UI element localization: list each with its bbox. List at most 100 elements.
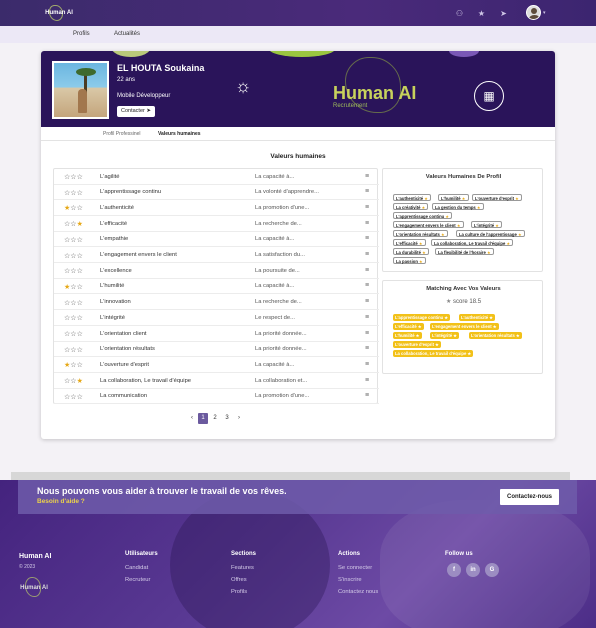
google-icon[interactable]: G — [485, 563, 499, 577]
footer-link[interactable]: Contactez nous — [338, 589, 378, 595]
profile-age: 22 ans — [117, 77, 136, 83]
value-tag: L'apprentissage continu ★ — [393, 212, 453, 219]
drag-handle-icon[interactable]: ≡ — [365, 282, 369, 289]
tab-profil-professionnel[interactable]: Profil Professinel — [103, 131, 141, 137]
profile-banner: EL HOUTA Soukaina 22 ans Mobile Développ… — [41, 51, 555, 127]
star-rating[interactable]: ☆☆☆ — [64, 173, 83, 181]
drag-handle-icon[interactable]: ≡ — [365, 377, 369, 384]
star-rating[interactable]: ☆☆☆ — [64, 252, 83, 260]
matching-tag: L'authenticité ★ — [459, 314, 495, 321]
table-row: ☆☆☆ L'empathie La capacité à... ≡ — [54, 232, 379, 248]
value-label: L'apprentissage continu — [100, 189, 162, 196]
drag-handle-icon[interactable]: ≡ — [365, 345, 369, 352]
drag-handle-icon[interactable]: ≡ — [365, 204, 369, 211]
contact-us-button[interactable]: Contactez-nous — [500, 489, 559, 505]
drag-handle-icon[interactable]: ≡ — [365, 330, 369, 337]
footer-link[interactable]: Recruteur — [125, 577, 158, 583]
facebook-icon[interactable]: f — [447, 563, 461, 577]
footer-follow: Follow us — [445, 551, 473, 557]
star-rating[interactable]: ☆☆☆ — [64, 236, 83, 244]
footer-col-sections: Sections Features Offres Profils — [231, 551, 257, 595]
footer-brand: Human AI © 2023 — [19, 553, 52, 570]
star-rating[interactable]: ☆☆☆ — [64, 314, 83, 322]
footer-link[interactable]: Candidat — [125, 565, 158, 571]
star-icon[interactable]: ★ — [477, 9, 486, 18]
value-label: L'authenticité — [100, 204, 134, 211]
divider — [11, 472, 570, 480]
send-icon[interactable]: ➤ — [499, 9, 508, 18]
footer-link[interactable]: Se connecter — [338, 565, 378, 571]
value-description: La recherche de... — [255, 220, 302, 227]
chevron-down-icon[interactable]: ▾ — [543, 10, 546, 16]
footer-link[interactable]: Offres — [231, 577, 256, 583]
value-tag: La collaboration, Le travail d'équipe ★ — [431, 239, 514, 246]
matching-tag: La collaboration, Le travail d'équipe ★ — [393, 350, 474, 357]
drag-handle-icon[interactable]: ≡ — [365, 188, 369, 195]
linkedin-icon[interactable]: in — [466, 563, 480, 577]
add-user-icon[interactable]: ⚇ — [455, 9, 464, 18]
cta-subtitle: Besoin d'aide ? — [37, 498, 85, 505]
value-description: La collaboration et... — [255, 377, 308, 384]
value-label: L'excellence — [100, 267, 132, 274]
drag-handle-icon[interactable]: ≡ — [365, 235, 369, 242]
drag-handle-icon[interactable]: ≡ — [365, 173, 369, 180]
star-rating[interactable]: ☆☆☆ — [64, 299, 83, 307]
value-label: L'humilité — [100, 283, 125, 290]
star-rating[interactable]: ☆☆☆ — [64, 189, 83, 197]
pager-page-2[interactable]: 2 — [210, 413, 220, 424]
value-tag: L'intégrité ★ — [471, 221, 503, 228]
pager-page-3[interactable]: 3 — [222, 413, 232, 424]
footer-link[interactable]: S'inscrire — [338, 577, 378, 583]
star-rating[interactable]: ☆☆☆ — [64, 267, 83, 275]
avatar[interactable] — [526, 5, 541, 20]
value-description: La capacité à... — [255, 173, 295, 180]
value-tag: La durabilité ★ — [393, 248, 429, 255]
value-label: L'intégrité — [100, 314, 125, 321]
star-rating[interactable]: ☆☆☆ — [64, 393, 83, 401]
drag-handle-icon[interactable]: ≡ — [365, 314, 369, 321]
drag-handle-icon[interactable]: ≡ — [365, 220, 369, 227]
value-description: La capacité à... — [255, 361, 295, 368]
matching-tag: L'orientation résultats ★ — [469, 332, 522, 339]
table-row: ☆☆☆ L'intégrité Le respect de... ≡ — [54, 310, 379, 326]
star-rating[interactable]: ★☆☆ — [64, 283, 83, 291]
pager-prev[interactable]: ‹ — [187, 413, 197, 424]
star-rating[interactable]: ☆☆☆ — [64, 346, 83, 354]
panel-title: Valeurs Humaines De Profil — [425, 174, 502, 180]
value-tag: La gestion du temps ★ — [432, 203, 484, 210]
footer-link[interactable]: Profils — [231, 589, 256, 595]
matching-tag: L'apprentissage continu ★ — [393, 314, 451, 321]
table-row: ☆☆☆ L'excellence La poursuite de... ≡ — [54, 263, 379, 279]
star-rating[interactable]: ☆☆★ — [64, 377, 83, 385]
lightbulb-icon: ☼ — [234, 76, 252, 96]
matching-panel: Matching Avec Vos Valeurs ★ score 18.5 L… — [382, 280, 543, 374]
nav-actualites[interactable]: Actualités — [114, 31, 140, 37]
drag-handle-icon[interactable]: ≡ — [365, 298, 369, 305]
chip-icon: ▦ — [474, 81, 504, 111]
table-row: ☆☆☆ L'orientation résultats La priorité do… — [54, 342, 379, 358]
value-label: L'ouverture d'esprit — [100, 361, 149, 368]
drag-handle-icon[interactable]: ≡ — [365, 361, 369, 368]
matching-tag: L'engagement envers le client ★ — [430, 323, 499, 330]
footer-link[interactable]: Features — [231, 565, 256, 571]
star-rating[interactable]: ☆☆★ — [64, 220, 83, 228]
table-row: ★☆☆ L'ouverture d'esprit La capacité à... ≡ — [54, 357, 379, 373]
value-description: La promotion d'une... — [255, 393, 310, 400]
logo[interactable]: Human AI — [45, 5, 73, 21]
star-rating[interactable]: ★☆☆ — [64, 361, 83, 369]
pager-next[interactable]: › — [234, 413, 244, 424]
star-rating[interactable]: ☆☆☆ — [64, 330, 83, 338]
table-row: ☆☆☆ L'innovation La recherche de... ≡ — [54, 295, 379, 311]
drag-handle-icon[interactable]: ≡ — [365, 251, 369, 258]
pager-page-1[interactable]: 1 — [198, 413, 208, 424]
value-label: L'agilité — [100, 173, 120, 180]
drag-handle-icon[interactable]: ≡ — [365, 392, 369, 399]
value-tag: L'humilité ★ — [438, 194, 469, 201]
value-tag: La créativité ★ — [393, 203, 429, 210]
contact-button[interactable]: Contacter ➤ — [117, 106, 155, 117]
tab-valeurs-humaines[interactable]: Valeurs humaines — [158, 131, 201, 137]
star-rating[interactable]: ★☆☆ — [64, 204, 83, 212]
drag-handle-icon[interactable]: ≡ — [365, 267, 369, 274]
table-row: ★☆☆ L'authenticité La promotion d'une... ≡ — [54, 200, 379, 216]
nav-profils[interactable]: Profils — [73, 31, 90, 37]
